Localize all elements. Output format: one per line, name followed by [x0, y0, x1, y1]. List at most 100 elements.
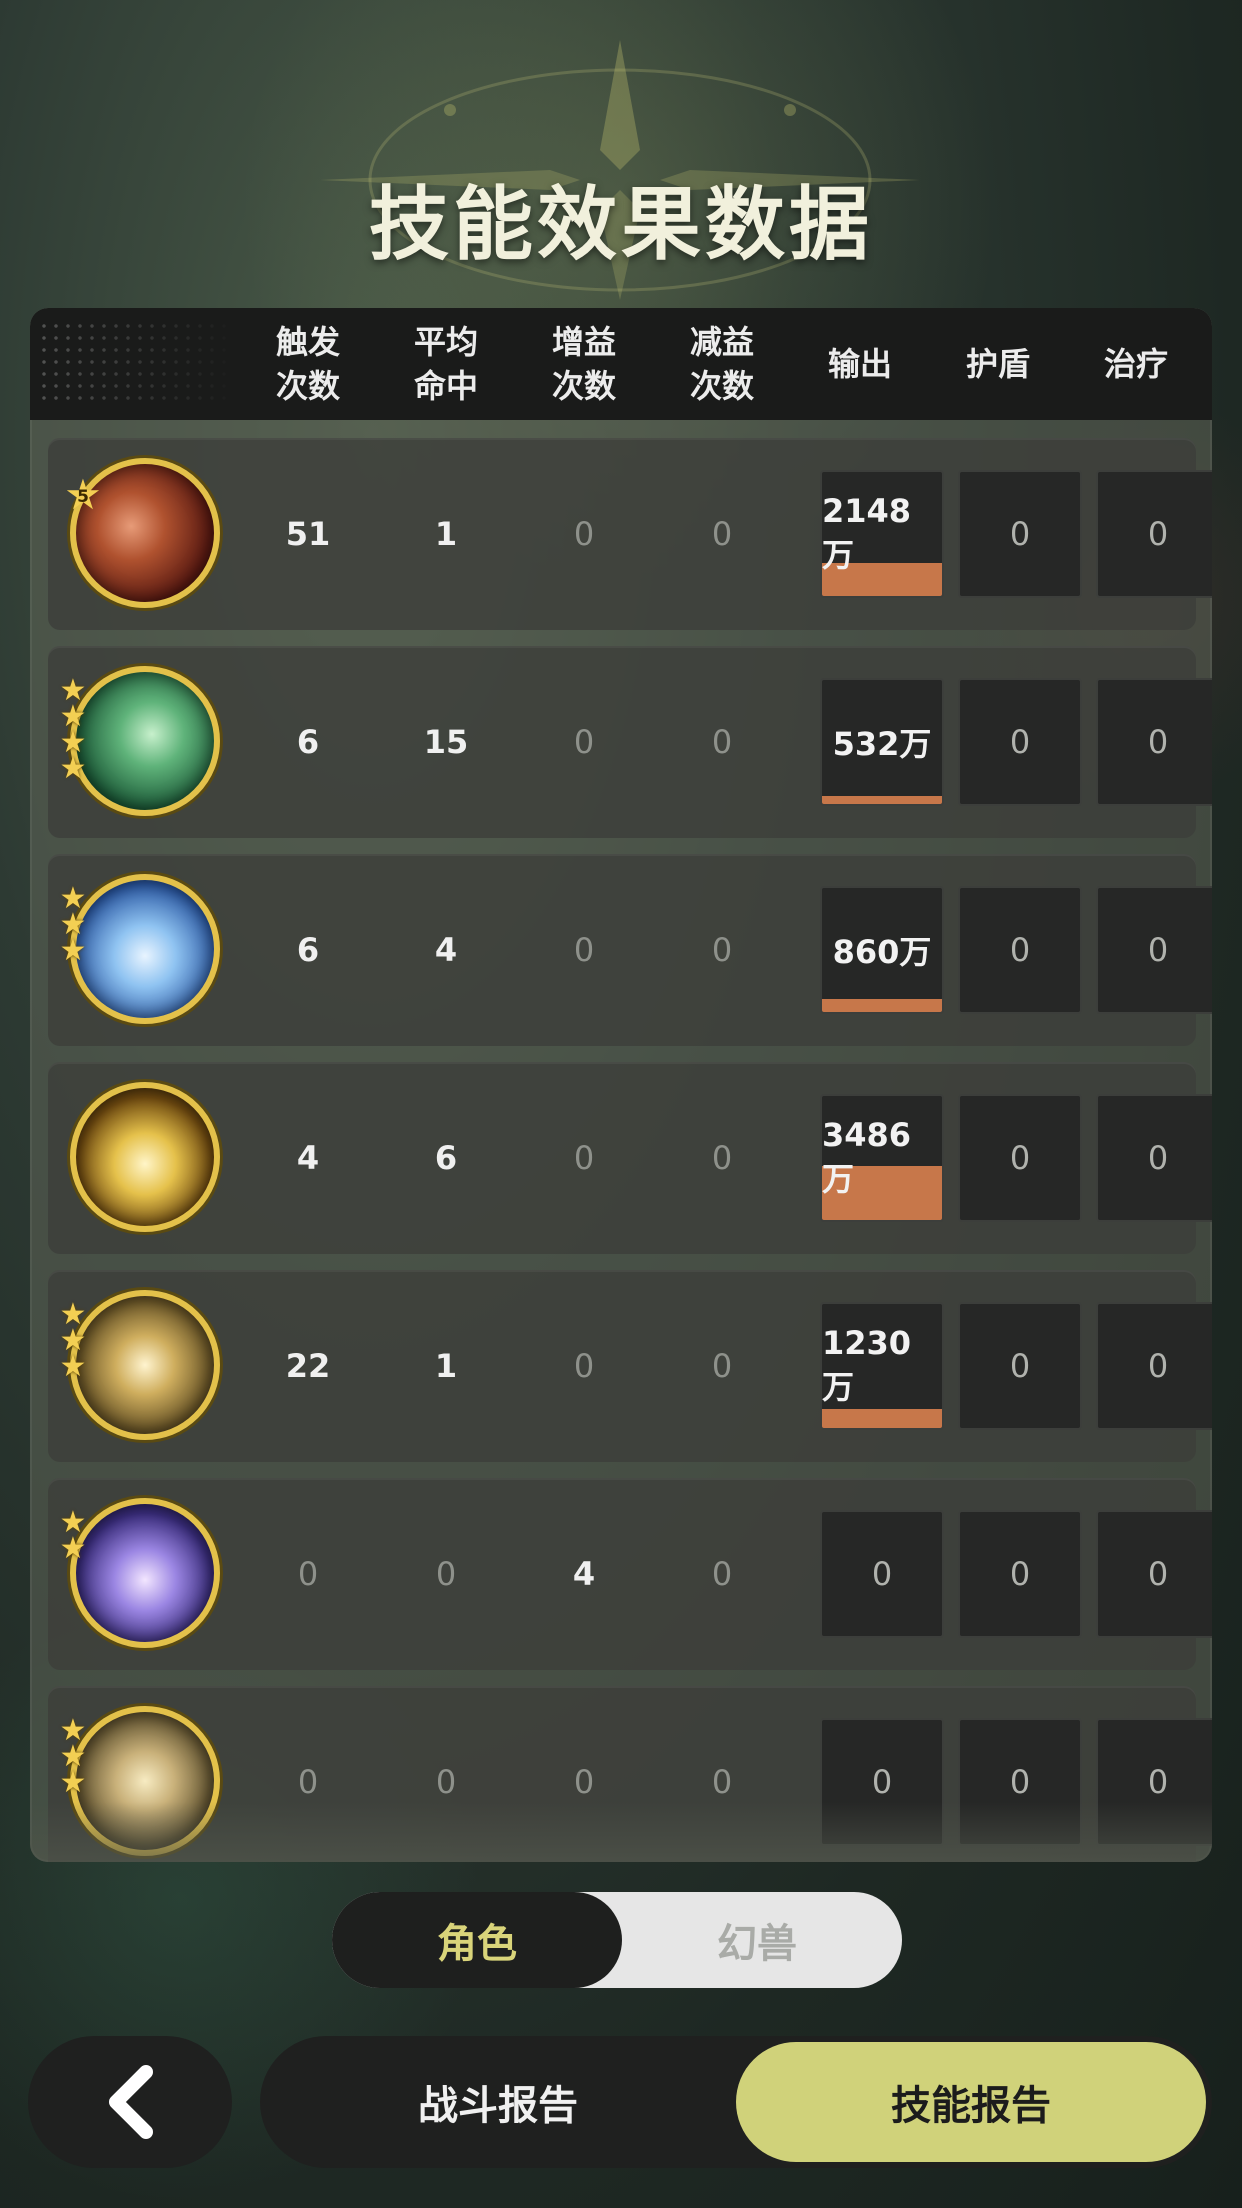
toggle-beast[interactable]: 幻兽 [612, 1892, 902, 1988]
output-value: 2148万 [822, 492, 912, 574]
table-row[interactable]: ★ ★ ★ ★ 6 15 0 0 532万 0 0 [48, 646, 1212, 838]
table-row[interactable]: ★ ★ ★ 22 1 0 0 1230万 0 0 [48, 1270, 1212, 1462]
golden-shield-skill-icon[interactable] [70, 1290, 220, 1440]
star-level: 5 [77, 487, 89, 507]
shield-cell: 0 [958, 1510, 1082, 1638]
heal-value: 0 [1147, 1347, 1169, 1385]
heal-value: 0 [1147, 1763, 1169, 1801]
starlight-skill-icon[interactable] [70, 1498, 220, 1648]
trigger-count-cell: 6 [296, 723, 320, 761]
output-value: 0 [871, 1555, 893, 1593]
debuff-count-cell: 0 [711, 931, 733, 969]
heal-cell: 0 [1096, 1718, 1212, 1846]
report-tab-bar: 战斗报告 技能报告 [260, 2036, 1212, 2168]
trigger-count-cell: 0 [297, 1763, 319, 1801]
chevron-left-icon [109, 2065, 153, 2139]
header-trigger-count: 触发 次数 [275, 323, 340, 405]
heal-value: 0 [1147, 1555, 1169, 1593]
table-row[interactable]: ★ ★ ★ 6 4 0 0 860万 0 0 [48, 854, 1212, 1046]
star-rating: ★ ★ [58, 1508, 92, 1564]
heal-cell: 0 [1096, 678, 1212, 806]
shield-value: 0 [1009, 931, 1031, 969]
buff-count-cell: 0 [573, 723, 595, 761]
trigger-count-cell: 6 [296, 931, 320, 969]
star-rating: ★ ★ ★ [58, 1716, 92, 1798]
table-rows[interactable]: ★ 5 51 1 0 0 2148万 0 0 ★ ★ ★ ★ 6 15 0 0 532万 0 0 ★ ★ ★ 6 4 0 0 860万… [30, 420, 1212, 1862]
tab-skill-report[interactable]: 技能报告 [736, 2042, 1206, 2162]
output-cell: 3486万 [820, 1094, 944, 1222]
star-rating: ★ ★ ★ [58, 1300, 92, 1382]
output-value: 532万 [832, 725, 932, 763]
debuff-count-cell: 0 [711, 1555, 733, 1593]
table-row[interactable]: ★ ★ 0 0 4 0 0 0 0 [48, 1478, 1212, 1670]
star-icon: ★ [59, 1765, 87, 1800]
role-beast-toggle[interactable]: 幻兽 角色 [332, 1892, 902, 1988]
back-button[interactable] [28, 2036, 232, 2168]
heal-value: 0 [1147, 1139, 1169, 1177]
buff-count-cell: 0 [573, 931, 595, 969]
table-row[interactable]: ★ ★ ★ 0 0 0 0 0 0 0 [48, 1686, 1212, 1862]
output-cell: 532万 [820, 678, 944, 806]
ice-burst-skill-icon[interactable] [70, 874, 220, 1024]
shield-cell: 0 [958, 1094, 1082, 1222]
heal-cell: 0 [1096, 470, 1212, 598]
debuff-count-cell: 0 [711, 515, 733, 553]
debuff-count-cell: 0 [711, 1763, 733, 1801]
header-output: 输出 [827, 345, 892, 383]
output-cell: 0 [820, 1718, 944, 1846]
buff-count-cell: 0 [573, 1347, 595, 1385]
header-heal: 治疗 [1103, 345, 1168, 383]
star-icon: ★ [59, 1531, 87, 1566]
buff-count-cell: 0 [573, 1139, 595, 1177]
output-value: 860万 [832, 933, 932, 971]
output-value: 0 [871, 1763, 893, 1801]
wind-claw-skill-icon[interactable] [70, 666, 220, 816]
header-shield: 护盾 [965, 345, 1030, 383]
avg-hit-cell: 15 [423, 723, 469, 761]
golden-arrow-skill-icon[interactable] [70, 1706, 220, 1856]
star-icon: ★ [59, 751, 87, 786]
shield-cell: 0 [958, 470, 1082, 598]
shield-value: 0 [1009, 723, 1031, 761]
table-header: 触发 次数 平均 命中 增益 次数 减益 次数 输出 护盾 治疗 [30, 308, 1212, 420]
header-dot-pattern [38, 320, 238, 408]
shield-value: 0 [1009, 1347, 1031, 1385]
avg-hit-cell: 4 [434, 931, 458, 969]
output-cell: 2148万 [820, 470, 944, 598]
shield-value: 0 [1009, 515, 1031, 553]
trigger-count-cell: 51 [285, 515, 331, 553]
page-title: 技能效果数据 [369, 178, 873, 271]
output-bar [822, 796, 942, 804]
lightning-orb-skill-icon[interactable] [70, 1082, 220, 1232]
heal-cell: 0 [1096, 1094, 1212, 1222]
shield-cell: 0 [958, 1718, 1082, 1846]
shield-cell: 0 [958, 1302, 1082, 1430]
trigger-count-cell: 4 [296, 1139, 320, 1177]
star-rating: ★ ★ ★ [58, 884, 92, 966]
output-value: 3486万 [822, 1116, 912, 1198]
avg-hit-cell: 1 [434, 1347, 458, 1385]
tab-battle-report[interactable]: 战斗报告 [260, 2036, 736, 2168]
shield-value: 0 [1009, 1555, 1031, 1593]
output-bar [822, 1409, 942, 1428]
star-rating: ★ ★ ★ ★ [58, 676, 92, 784]
output-cell: 1230万 [820, 1302, 944, 1430]
buff-count-cell: 0 [573, 515, 595, 553]
shield-value: 0 [1009, 1139, 1031, 1177]
header-debuff-count: 减益 次数 [689, 323, 754, 405]
heal-value: 0 [1147, 931, 1169, 969]
avg-hit-cell: 0 [435, 1555, 457, 1593]
toggle-character[interactable]: 角色 [332, 1892, 622, 1988]
header-avg-hit: 平均 命中 [413, 323, 478, 405]
output-bar [822, 999, 942, 1012]
header-buff-count: 增益 次数 [551, 323, 616, 405]
table-row[interactable]: 4 6 0 0 3486万 0 0 [48, 1062, 1212, 1254]
output-value: 1230万 [822, 1324, 912, 1406]
table-row[interactable]: ★ 5 51 1 0 0 2148万 0 0 [48, 438, 1212, 630]
trigger-count-cell: 0 [297, 1555, 319, 1593]
debuff-count-cell: 0 [711, 1347, 733, 1385]
heal-cell: 0 [1096, 1510, 1212, 1638]
heal-value: 0 [1147, 723, 1169, 761]
debuff-count-cell: 0 [711, 723, 733, 761]
shield-cell: 0 [958, 886, 1082, 1014]
